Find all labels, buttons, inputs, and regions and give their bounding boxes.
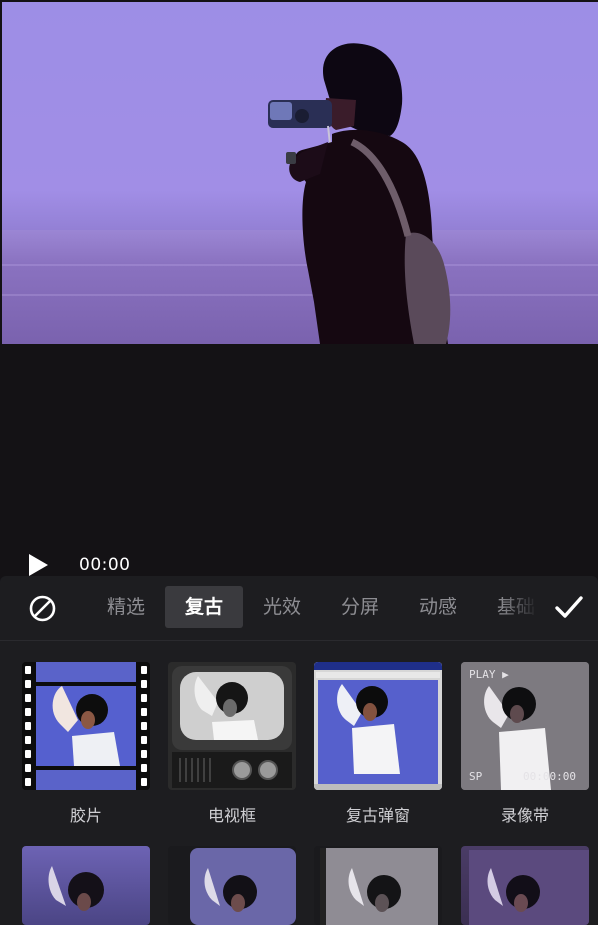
confirm-button[interactable] [552, 590, 586, 624]
effect-card-row2-4[interactable] [461, 846, 589, 925]
tab-basic[interactable]: 基础 [477, 586, 555, 628]
effect-card-row2-3[interactable] [314, 846, 442, 925]
film-strip-image [22, 662, 150, 790]
play-icon [29, 554, 48, 576]
effect-card-row2-2[interactable] [168, 846, 296, 925]
effect-thumbnail-row2-2 [190, 848, 296, 925]
effect-card-retro-window[interactable]: 复古弹窗 [314, 662, 442, 827]
play-button[interactable] [26, 553, 50, 577]
no-effect-button[interactable] [28, 594, 57, 623]
playback-time: 00:00 [79, 555, 131, 575]
tv-frame-thumbnail [168, 662, 296, 790]
tv-frame-image [168, 662, 296, 790]
vhs-tape-thumbnail: PLAY ▶ SP 00:00:00 [461, 662, 589, 790]
effect-thumbnail-row2-3 [320, 848, 438, 925]
vhs-sp-text: SP [469, 770, 483, 783]
tab-dynamic[interactable]: 动感 [399, 586, 477, 628]
photographer-figure [268, 43, 451, 344]
retro-window-image [314, 662, 442, 790]
tab-split-screen[interactable]: 分屏 [321, 586, 399, 628]
tab-light-effects[interactable]: 光效 [243, 586, 321, 628]
effect-card-row2-1[interactable] [22, 846, 150, 925]
effect-card-tv-frame[interactable]: 电视框 [168, 662, 296, 827]
tab-retro[interactable]: 复古 [165, 586, 243, 628]
tabbar-divider [0, 640, 598, 641]
effect-label: 录像带 [500, 806, 549, 825]
effect-card-vhs[interactable]: PLAY ▶ SP 00:00:00 录像带 [461, 662, 589, 827]
film-strip-thumbnail [22, 662, 150, 790]
effect-thumbnail-row2-4 [469, 850, 589, 925]
vhs-counter-text: 00:00:00 [523, 770, 576, 783]
retro-window-thumbnail [314, 662, 442, 790]
effect-label: 复古弹窗 [345, 806, 410, 825]
effect-thumbnail-row2-1 [48, 866, 104, 911]
preview-stage [0, 344, 598, 574]
video-preview[interactable] [2, 2, 598, 344]
effect-label: 电视框 [207, 806, 256, 825]
tab-featured[interactable]: 精选 [87, 586, 165, 628]
vhs-play-text: PLAY ▶ [469, 668, 509, 681]
effect-label: 胶片 [69, 806, 102, 825]
checkmark-icon [555, 596, 583, 618]
effect-card-film[interactable]: 胶片 [22, 662, 150, 827]
no-effect-icon [29, 595, 56, 622]
